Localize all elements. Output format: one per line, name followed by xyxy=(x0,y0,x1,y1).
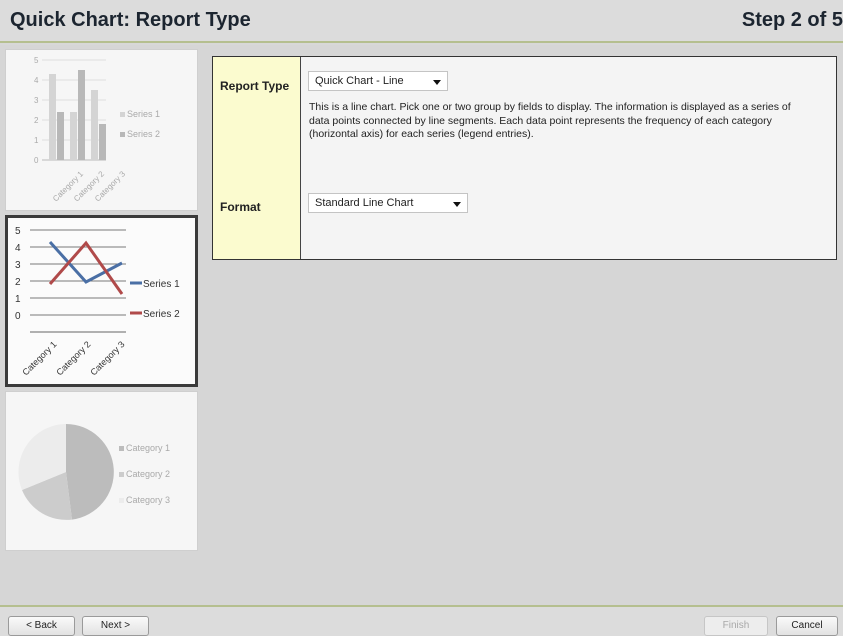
legend-swatch xyxy=(119,498,124,503)
bar-chart-preview: 5 4 3 2 1 0 Category 1 Category 2 Catego… xyxy=(34,56,160,203)
bar-y-tick: 5 xyxy=(34,56,39,65)
bar-y-tick: 4 xyxy=(34,76,39,85)
report-settings-panel: Report Type Format Quick Chart - Line Th… xyxy=(212,56,837,260)
bar xyxy=(49,74,56,160)
line-y-tick: 5 xyxy=(15,226,21,237)
cancel-button[interactable]: Cancel xyxy=(776,616,838,636)
report-type-description: This is a line chart. Pick one or two gr… xyxy=(309,101,791,140)
bar xyxy=(57,112,64,160)
step-indicator: Step 2 of 5 xyxy=(741,9,843,31)
format-label: Format xyxy=(220,200,261,214)
chevron-down-icon xyxy=(433,80,441,85)
bar xyxy=(91,90,98,160)
back-button[interactable]: < Back xyxy=(8,616,75,636)
format-select[interactable]: Standard Line Chart xyxy=(308,193,468,213)
bar xyxy=(78,70,85,160)
report-type-value: Quick Chart - Line xyxy=(315,75,404,87)
wizard-header: Quick Chart: Report Type Step 2 of 5 xyxy=(0,0,843,43)
line-x-tick: Category 2 xyxy=(54,339,92,377)
line-y-tick: 4 xyxy=(15,243,21,254)
pie-slice xyxy=(66,424,114,520)
line-y-tick: 0 xyxy=(15,311,21,322)
line-chart-preview: 5 4 3 2 1 0 Category 1 Category 2 Catego… xyxy=(15,226,180,377)
series-1-line xyxy=(48,240,123,284)
line-x-tick: Category 3 xyxy=(88,339,126,377)
pie-chart-thumbnail[interactable]: Category 1 Category 2 Category 3 xyxy=(5,391,198,551)
bar-y-tick: 2 xyxy=(34,116,39,125)
report-type-label: Report Type xyxy=(220,79,290,93)
legend-swatch xyxy=(119,472,124,477)
bar-legend-item: Series 1 xyxy=(127,109,160,119)
bar-y-tick: 3 xyxy=(34,96,39,105)
page-title: Quick Chart: Report Type xyxy=(10,9,251,31)
line-y-tick: 1 xyxy=(15,294,21,305)
pie-chart-preview: Category 1 Category 2 Category 3 xyxy=(18,424,170,520)
pie-legend-item: Category 2 xyxy=(126,469,170,479)
report-type-select[interactable]: Quick Chart - Line xyxy=(308,71,448,91)
field-values-column: Quick Chart - Line This is a line chart.… xyxy=(301,57,836,259)
bar-y-tick: 1 xyxy=(34,136,39,145)
line-legend-item: Series 1 xyxy=(143,279,180,290)
bar xyxy=(99,124,106,160)
field-labels-column: Report Type Format xyxy=(213,57,301,259)
pie-legend-item: Category 3 xyxy=(126,495,170,505)
chevron-down-icon xyxy=(453,202,461,207)
next-button[interactable]: Next > xyxy=(82,616,149,636)
wizard-footer: < Back Next > Finish Cancel xyxy=(0,605,843,636)
line-chart-thumbnail[interactable]: 5 4 3 2 1 0 Category 1 Category 2 Catego… xyxy=(5,215,198,387)
line-y-tick: 2 xyxy=(15,277,21,288)
finish-button[interactable]: Finish xyxy=(704,616,768,636)
legend-swatch xyxy=(120,132,125,137)
format-value: Standard Line Chart xyxy=(315,197,414,209)
bar-y-tick: 0 xyxy=(34,156,39,165)
line-x-tick: Category 1 xyxy=(20,339,58,377)
bar xyxy=(70,112,77,160)
line-y-tick: 3 xyxy=(15,260,21,271)
legend-swatch xyxy=(119,446,124,451)
bar-chart-thumbnail[interactable]: 5 4 3 2 1 0 Category 1 Category 2 Catego… xyxy=(5,49,198,211)
pie-legend-item: Category 1 xyxy=(126,443,170,453)
legend-swatch xyxy=(120,112,125,117)
bar-legend-item: Series 2 xyxy=(127,129,160,139)
line-legend-item: Series 2 xyxy=(143,309,180,320)
